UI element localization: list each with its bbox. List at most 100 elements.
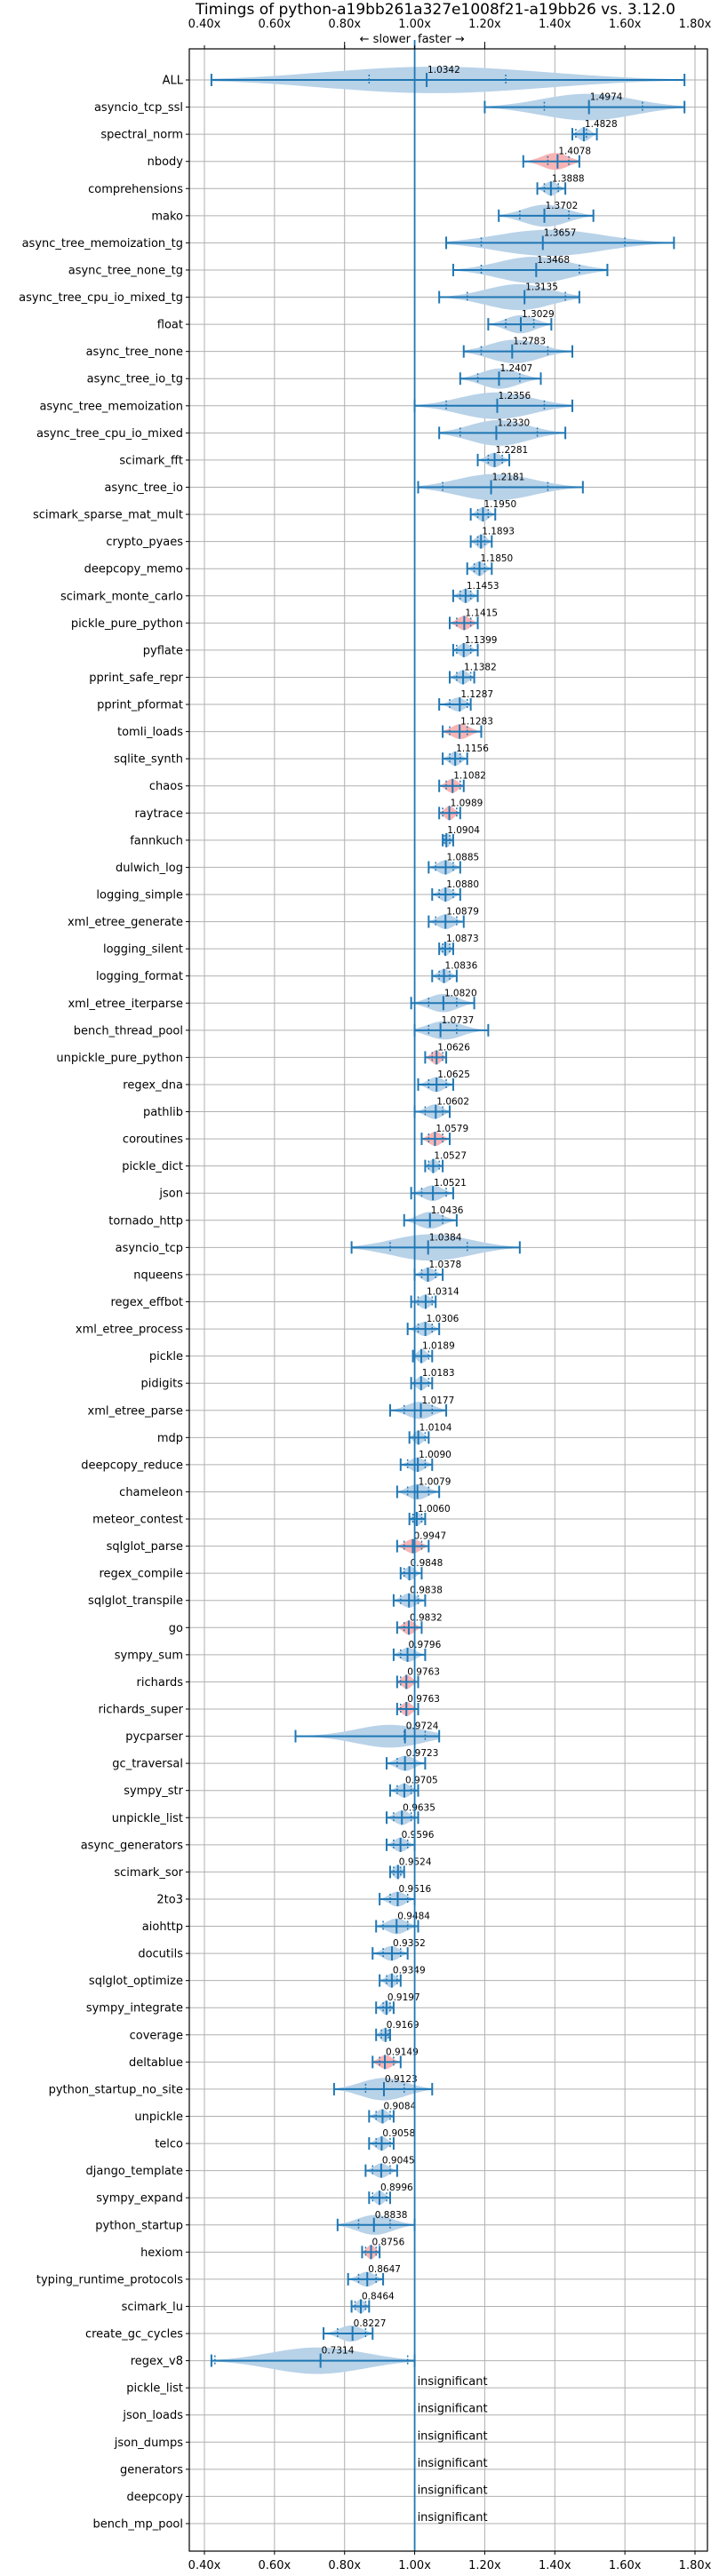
row-label: scimark_monte_carlo — [60, 590, 183, 603]
row-label: pickle_dict — [122, 1160, 183, 1173]
violin-docutils: 0.9352 — [371, 1938, 426, 1961]
median-value-label: 1.0384 — [429, 1232, 462, 1243]
row-label: async_tree_memoization_tg — [22, 237, 183, 250]
median-value-label: 0.9045 — [382, 2156, 415, 2167]
x-tick-label-bottom: 1.80x — [679, 2559, 711, 2572]
row-label: bench_mp_pool — [92, 2518, 183, 2532]
row-label: pycparser — [125, 1730, 183, 1744]
row-label: raytrace — [134, 807, 183, 821]
row-label: pickle — [149, 1350, 183, 1364]
row-label: deltablue — [129, 2056, 183, 2070]
row-label: coroutines — [123, 1133, 183, 1147]
violin-scimark_lu: 0.8464 — [350, 2291, 395, 2314]
median-value-label: 1.0885 — [446, 852, 479, 863]
violin-xml_etree_iterparse: 1.0820 — [410, 988, 477, 1013]
median-value-label: 1.0904 — [447, 825, 480, 836]
median-value-label: 0.8996 — [380, 2182, 413, 2193]
violin-tomli_loads: 1.1283 — [442, 717, 493, 740]
row-label: aiohttp — [142, 1920, 183, 1934]
median-value-label: 1.0436 — [431, 1205, 464, 1216]
row-label: json_dumps — [114, 2437, 183, 2450]
row-label: unpickle_pure_python — [56, 1052, 183, 1065]
row-label: async_tree_io — [104, 481, 183, 495]
median-value-label: 1.1283 — [460, 717, 493, 727]
median-value-label: 0.9763 — [407, 1694, 440, 1705]
violin-scimark_sor: 0.9524 — [388, 1856, 432, 1880]
violin-chameleon: 1.0079 — [395, 1476, 451, 1500]
violin-regex_compile: 0.9848 — [399, 1558, 443, 1581]
violin-async_generators: 0.9596 — [386, 1830, 435, 1852]
row-label: typing_runtime_protocols — [36, 2273, 183, 2286]
row-label: django_template — [86, 2165, 183, 2178]
violin-gc_traversal: 0.9723 — [386, 1748, 439, 1771]
violin-xml_etree_parse: 1.0177 — [388, 1395, 455, 1419]
x-tick-label-bottom: 1.00x — [398, 2559, 431, 2572]
violin-create_gc_cycles: 0.8227 — [323, 2318, 387, 2342]
median-value-label: 0.7314 — [322, 2346, 355, 2357]
median-value-label: 1.0183 — [422, 1368, 455, 1379]
median-value-label: 0.9596 — [402, 1830, 435, 1841]
row-label: scimark_fft — [119, 454, 183, 467]
x-tick-label-bottom: 1.20x — [468, 2559, 501, 2572]
violin-pyflate: 1.1399 — [451, 635, 497, 657]
row-label: asyncio_tcp — [116, 1242, 183, 1255]
violin-logging_simple: 1.0880 — [431, 879, 479, 902]
median-value-label: 1.0342 — [427, 65, 460, 76]
violin-scimark_sparse_mat_mult: 1.1950 — [469, 499, 516, 522]
row-label: unpickle — [134, 2111, 183, 2124]
violin-sympy_sum: 0.9796 — [392, 1640, 442, 1662]
row-label: unpickle_list — [112, 1812, 183, 1825]
row-label: mako — [151, 210, 183, 223]
row-label: pidigits — [141, 1378, 184, 1391]
median-value-label: 0.9723 — [406, 1748, 439, 1759]
median-value-label: 1.1287 — [460, 689, 493, 700]
violin-regex_v8: 0.7314 — [210, 2346, 416, 2374]
violin-comprehensions: 1.3888 — [536, 173, 585, 196]
median-value-label: 1.4828 — [585, 119, 618, 130]
violin-sqlglot_parse: 0.9947 — [395, 1531, 446, 1554]
faster-label: faster → — [418, 33, 465, 46]
violin-chart: Timings of python-a19bb261a327e1008f21-a… — [19, 1, 711, 2572]
row-label: deepcopy_memo — [84, 563, 183, 576]
violin-sqlglot_transpile: 0.9838 — [392, 1586, 443, 1608]
violin-bench_thread_pool: 1.0737 — [413, 1015, 490, 1040]
median-value-label: 1.3135 — [525, 282, 558, 293]
median-value-label: 1.0625 — [437, 1069, 470, 1080]
row-label: tornado_http — [108, 1214, 183, 1228]
violins: 1.0342 1.4974 1.4828 1.4078 1.3888 1.3702 1.36… — [210, 65, 686, 2524]
median-value-label: 1.0177 — [422, 1395, 455, 1406]
row-label: chameleon — [119, 1486, 183, 1499]
row-label: coverage — [130, 2029, 183, 2042]
chart-title: Timings of python-a19bb261a327e1008f21-a… — [195, 1, 675, 19]
median-value-label: 0.9635 — [403, 1802, 435, 1813]
violin-async_tree_io_tg: 1.2407 — [459, 363, 542, 389]
median-value-label: 0.8227 — [354, 2318, 387, 2329]
violin-sqlglot_optimize: 0.9349 — [379, 1966, 426, 1988]
row-label: docutils — [138, 1948, 183, 1961]
median-value-label: 1.1850 — [481, 553, 514, 564]
violin-asyncio_tcp: 1.0384 — [350, 1232, 521, 1261]
median-value-label: 1.3702 — [546, 201, 579, 211]
row-label: async_generators — [81, 1839, 184, 1852]
row-label: richards_super — [98, 1704, 183, 1717]
row-label: async_tree_io_tg — [87, 373, 183, 386]
row-label: float — [157, 319, 183, 332]
row-label: regex_compile — [99, 1568, 183, 1581]
violin-pidigits: 1.0183 — [410, 1368, 455, 1391]
median-value-label: 1.1453 — [467, 581, 499, 592]
row-label: asyncio_tcp_ssl — [94, 101, 183, 115]
row-label: xml_etree_parse — [88, 1404, 183, 1418]
violin-xml_etree_generate: 1.0879 — [427, 907, 479, 929]
median-value-label: 1.2783 — [513, 337, 546, 347]
violin-async_tree_cpu_io_mixed: 1.2330 — [438, 417, 567, 446]
row-label: mdp — [157, 1432, 183, 1445]
violin-pathlib: 1.0602 — [413, 1097, 469, 1119]
x-tick-label-bottom: 0.40x — [188, 2559, 221, 2572]
x-tick-label-bottom: 0.80x — [328, 2559, 361, 2572]
row-label: sympy_integrate — [86, 2002, 183, 2015]
median-value-label: 1.0626 — [437, 1042, 470, 1053]
row-label: async_tree_cpu_io_mixed — [36, 427, 183, 441]
median-value-label: 0.9763 — [407, 1666, 440, 1677]
median-value-label: 1.0880 — [446, 879, 479, 890]
row-label: dulwich_log — [116, 862, 183, 875]
